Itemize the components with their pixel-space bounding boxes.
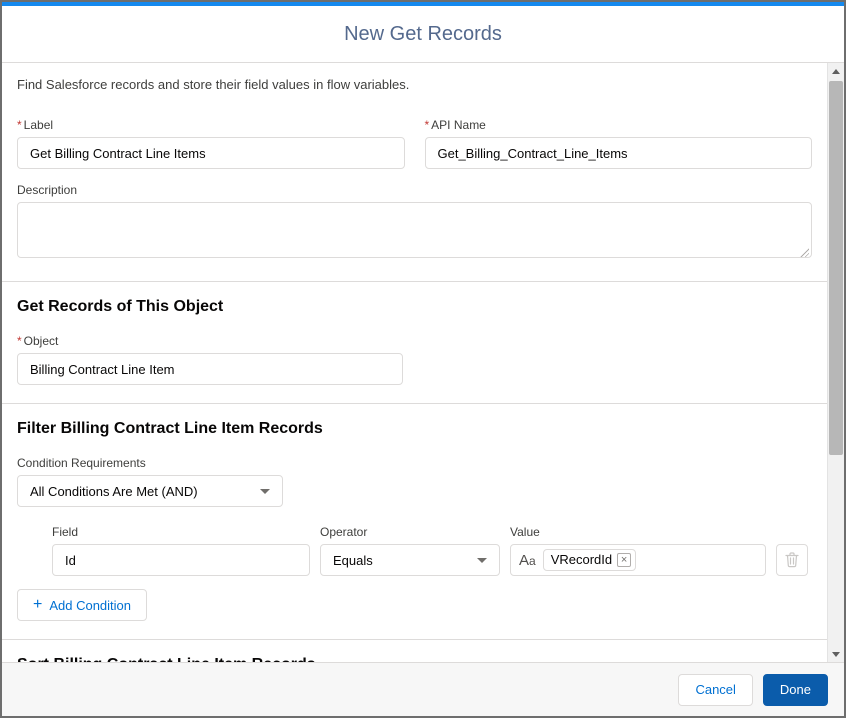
scrollbar-up-arrow-icon[interactable] (828, 63, 844, 80)
condition-operator-label: Operator (320, 525, 368, 540)
condition-field-group: Field (52, 525, 310, 577)
condition-requirements-select[interactable]: All Conditions Are Met (AND) (17, 475, 283, 508)
cancel-button[interactable]: Cancel (678, 673, 753, 706)
required-marker: * (17, 118, 22, 133)
chevron-down-icon (260, 488, 270, 494)
condition-value-label: Value (510, 525, 540, 540)
section-divider (2, 281, 827, 283)
remove-pill-icon[interactable]: × (617, 553, 632, 568)
modal-body-content: Find Salesforce records and store their … (2, 63, 827, 662)
condition-block: Field Operator Equals Value Aa (17, 525, 812, 622)
condition-operator-select[interactable]: Equals (320, 544, 500, 577)
value-pill-label: VRecordId (550, 552, 613, 568)
vertical-scrollbar[interactable] (827, 63, 844, 662)
modal-title: New Get Records (344, 22, 502, 45)
add-condition-button[interactable]: + Add Condition (17, 589, 148, 622)
value-pill[interactable]: VRecordId × (542, 549, 637, 572)
object-section-heading: Get Records of This Object (17, 298, 224, 316)
api-name-field-group: * API Name (424, 118, 812, 170)
filter-section-heading: Filter Billing Contract Line Item Record… (17, 420, 323, 438)
text-type-icon: Aa (519, 551, 536, 569)
description-textarea[interactable] (17, 202, 812, 259)
condition-value-group: Value Aa VRecordId × (510, 525, 766, 577)
add-condition-label: Add Condition (49, 597, 132, 613)
description-textarea-wrap (17, 202, 812, 263)
done-button[interactable]: Done (762, 673, 828, 706)
condition-requirements-label: Condition Requirements (17, 456, 146, 471)
required-marker: * (424, 118, 430, 133)
condition-row: Field Operator Equals Value Aa (52, 525, 812, 577)
new-get-records-modal: New Get Records Find Salesforce records … (0, 0, 846, 718)
condition-operator-value: Equals (333, 552, 373, 568)
scrollbar-track[interactable] (828, 79, 844, 646)
condition-value-combobox[interactable]: Aa VRecordId × (510, 544, 766, 577)
modal-header: New Get Records (2, 6, 844, 64)
scrollbar-down-arrow-icon[interactable] (828, 646, 844, 662)
chevron-down-icon (477, 557, 487, 563)
condition-operator-group: Operator Equals (320, 525, 500, 577)
object-field-label: * Object (17, 334, 59, 349)
modal-footer: Cancel Done (2, 662, 844, 716)
label-input[interactable] (17, 137, 405, 170)
description-field-label: Description (17, 183, 78, 198)
object-input[interactable] (17, 353, 403, 386)
description-field-group: Description (17, 183, 812, 263)
api-name-field-label: * API Name (424, 118, 486, 133)
required-marker: * (17, 334, 22, 349)
scrollbar-thumb[interactable] (829, 81, 843, 456)
section-divider (2, 639, 827, 641)
plus-icon: + (33, 596, 43, 614)
condition-requirements-value: All Conditions Are Met (AND) (30, 483, 198, 499)
sort-section-heading: Sort Billing Contract Line Item Records (17, 656, 812, 662)
condition-field-label: Field (52, 525, 79, 540)
intro-text: Find Salesforce records and store their … (17, 77, 410, 93)
modal-body: Find Salesforce records and store their … (2, 63, 844, 662)
section-divider (2, 403, 827, 405)
object-field-group: * Object (17, 334, 812, 386)
trash-icon (785, 552, 799, 568)
label-field-label: * Label (17, 118, 54, 133)
api-name-input[interactable] (424, 137, 812, 170)
delete-condition-button[interactable] (776, 544, 808, 577)
label-apiname-row: *Label *API Name (17, 118, 812, 170)
label-field-group: * Label (17, 118, 405, 170)
condition-requirements-group: Condition Requirements All Conditions Ar… (17, 456, 812, 508)
condition-field-input[interactable] (52, 544, 310, 577)
